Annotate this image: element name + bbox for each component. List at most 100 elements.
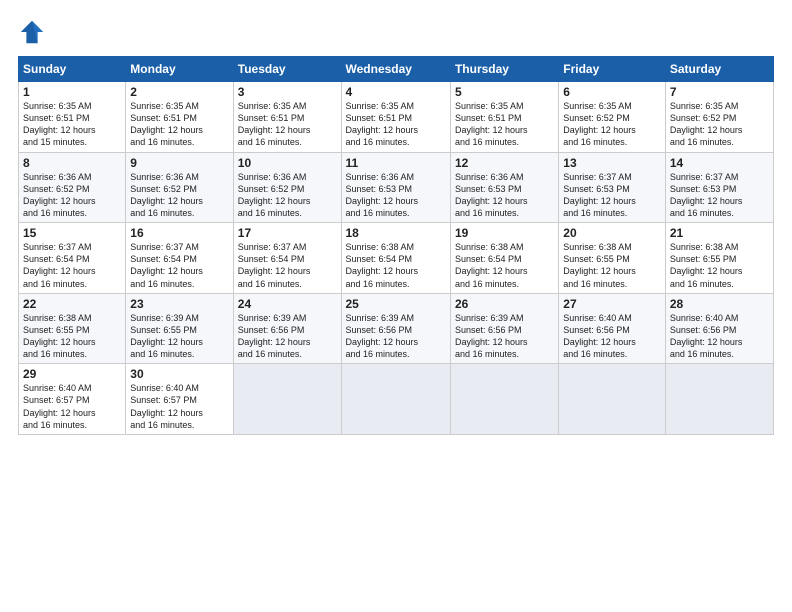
day-info: Sunrise: 6:37 AMSunset: 6:53 PMDaylight:… — [563, 171, 661, 220]
day-number: 1 — [23, 85, 121, 99]
day-number: 30 — [130, 367, 228, 381]
day-info: Sunrise: 6:36 AMSunset: 6:52 PMDaylight:… — [130, 171, 228, 220]
day-number: 14 — [670, 156, 769, 170]
calendar-day-cell: 25Sunrise: 6:39 AMSunset: 6:56 PMDayligh… — [341, 293, 450, 364]
day-number: 7 — [670, 85, 769, 99]
day-info: Sunrise: 6:40 AMSunset: 6:57 PMDaylight:… — [23, 382, 121, 431]
calendar-day-cell: 1Sunrise: 6:35 AMSunset: 6:51 PMDaylight… — [19, 82, 126, 153]
day-number: 18 — [346, 226, 446, 240]
day-info: Sunrise: 6:35 AMSunset: 6:51 PMDaylight:… — [346, 100, 446, 149]
day-number: 21 — [670, 226, 769, 240]
day-info: Sunrise: 6:35 AMSunset: 6:51 PMDaylight:… — [130, 100, 228, 149]
day-number: 2 — [130, 85, 228, 99]
calendar-header-row: Sunday Monday Tuesday Wednesday Thursday… — [19, 57, 774, 82]
calendar-day-cell: 3Sunrise: 6:35 AMSunset: 6:51 PMDaylight… — [233, 82, 341, 153]
day-number: 8 — [23, 156, 121, 170]
day-info: Sunrise: 6:40 AMSunset: 6:57 PMDaylight:… — [130, 382, 228, 431]
day-info: Sunrise: 6:37 AMSunset: 6:54 PMDaylight:… — [23, 241, 121, 290]
calendar-day-cell: 6Sunrise: 6:35 AMSunset: 6:52 PMDaylight… — [559, 82, 666, 153]
calendar-day-cell — [233, 364, 341, 435]
day-number: 10 — [238, 156, 337, 170]
header-sunday: Sunday — [19, 57, 126, 82]
day-number: 20 — [563, 226, 661, 240]
calendar-day-cell — [450, 364, 558, 435]
header-monday: Monday — [126, 57, 233, 82]
day-number: 13 — [563, 156, 661, 170]
calendar-day-cell: 20Sunrise: 6:38 AMSunset: 6:55 PMDayligh… — [559, 223, 666, 294]
day-number: 11 — [346, 156, 446, 170]
calendar-week-row: 15Sunrise: 6:37 AMSunset: 6:54 PMDayligh… — [19, 223, 774, 294]
day-info: Sunrise: 6:40 AMSunset: 6:56 PMDaylight:… — [563, 312, 661, 361]
day-info: Sunrise: 6:35 AMSunset: 6:52 PMDaylight:… — [563, 100, 661, 149]
day-number: 12 — [455, 156, 554, 170]
day-info: Sunrise: 6:38 AMSunset: 6:55 PMDaylight:… — [23, 312, 121, 361]
day-info: Sunrise: 6:35 AMSunset: 6:51 PMDaylight:… — [238, 100, 337, 149]
calendar-day-cell: 4Sunrise: 6:35 AMSunset: 6:51 PMDaylight… — [341, 82, 450, 153]
calendar-day-cell: 22Sunrise: 6:38 AMSunset: 6:55 PMDayligh… — [19, 293, 126, 364]
day-info: Sunrise: 6:38 AMSunset: 6:55 PMDaylight:… — [563, 241, 661, 290]
header-tuesday: Tuesday — [233, 57, 341, 82]
calendar-day-cell: 23Sunrise: 6:39 AMSunset: 6:55 PMDayligh… — [126, 293, 233, 364]
calendar-day-cell: 18Sunrise: 6:38 AMSunset: 6:54 PMDayligh… — [341, 223, 450, 294]
calendar-week-row: 22Sunrise: 6:38 AMSunset: 6:55 PMDayligh… — [19, 293, 774, 364]
logo-icon — [18, 18, 46, 46]
day-info: Sunrise: 6:38 AMSunset: 6:54 PMDaylight:… — [346, 241, 446, 290]
day-info: Sunrise: 6:39 AMSunset: 6:56 PMDaylight:… — [346, 312, 446, 361]
day-number: 28 — [670, 297, 769, 311]
calendar-day-cell: 5Sunrise: 6:35 AMSunset: 6:51 PMDaylight… — [450, 82, 558, 153]
page-container: Sunday Monday Tuesday Wednesday Thursday… — [0, 0, 792, 612]
day-info: Sunrise: 6:39 AMSunset: 6:56 PMDaylight:… — [238, 312, 337, 361]
calendar-day-cell: 8Sunrise: 6:36 AMSunset: 6:52 PMDaylight… — [19, 152, 126, 223]
calendar-day-cell: 30Sunrise: 6:40 AMSunset: 6:57 PMDayligh… — [126, 364, 233, 435]
header — [18, 18, 774, 46]
calendar-day-cell: 11Sunrise: 6:36 AMSunset: 6:53 PMDayligh… — [341, 152, 450, 223]
day-info: Sunrise: 6:35 AMSunset: 6:52 PMDaylight:… — [670, 100, 769, 149]
calendar-day-cell: 14Sunrise: 6:37 AMSunset: 6:53 PMDayligh… — [665, 152, 773, 223]
day-number: 25 — [346, 297, 446, 311]
header-thursday: Thursday — [450, 57, 558, 82]
day-number: 27 — [563, 297, 661, 311]
day-info: Sunrise: 6:38 AMSunset: 6:55 PMDaylight:… — [670, 241, 769, 290]
day-number: 9 — [130, 156, 228, 170]
day-number: 17 — [238, 226, 337, 240]
day-info: Sunrise: 6:36 AMSunset: 6:52 PMDaylight:… — [238, 171, 337, 220]
header-wednesday: Wednesday — [341, 57, 450, 82]
day-number: 22 — [23, 297, 121, 311]
day-number: 4 — [346, 85, 446, 99]
header-friday: Friday — [559, 57, 666, 82]
day-info: Sunrise: 6:35 AMSunset: 6:51 PMDaylight:… — [455, 100, 554, 149]
day-info: Sunrise: 6:39 AMSunset: 6:56 PMDaylight:… — [455, 312, 554, 361]
calendar-day-cell — [559, 364, 666, 435]
calendar-week-row: 29Sunrise: 6:40 AMSunset: 6:57 PMDayligh… — [19, 364, 774, 435]
calendar-day-cell: 29Sunrise: 6:40 AMSunset: 6:57 PMDayligh… — [19, 364, 126, 435]
day-number: 19 — [455, 226, 554, 240]
calendar-day-cell: 9Sunrise: 6:36 AMSunset: 6:52 PMDaylight… — [126, 152, 233, 223]
logo — [18, 18, 50, 46]
calendar-day-cell: 21Sunrise: 6:38 AMSunset: 6:55 PMDayligh… — [665, 223, 773, 294]
calendar-day-cell: 15Sunrise: 6:37 AMSunset: 6:54 PMDayligh… — [19, 223, 126, 294]
day-number: 3 — [238, 85, 337, 99]
calendar-day-cell: 27Sunrise: 6:40 AMSunset: 6:56 PMDayligh… — [559, 293, 666, 364]
day-info: Sunrise: 6:38 AMSunset: 6:54 PMDaylight:… — [455, 241, 554, 290]
header-saturday: Saturday — [665, 57, 773, 82]
day-info: Sunrise: 6:37 AMSunset: 6:54 PMDaylight:… — [130, 241, 228, 290]
day-number: 29 — [23, 367, 121, 381]
calendar-table: Sunday Monday Tuesday Wednesday Thursday… — [18, 56, 774, 435]
day-number: 24 — [238, 297, 337, 311]
day-info: Sunrise: 6:35 AMSunset: 6:51 PMDaylight:… — [23, 100, 121, 149]
calendar-day-cell: 13Sunrise: 6:37 AMSunset: 6:53 PMDayligh… — [559, 152, 666, 223]
calendar-week-row: 1Sunrise: 6:35 AMSunset: 6:51 PMDaylight… — [19, 82, 774, 153]
day-number: 26 — [455, 297, 554, 311]
day-number: 23 — [130, 297, 228, 311]
day-info: Sunrise: 6:39 AMSunset: 6:55 PMDaylight:… — [130, 312, 228, 361]
day-info: Sunrise: 6:36 AMSunset: 6:53 PMDaylight:… — [346, 171, 446, 220]
day-number: 15 — [23, 226, 121, 240]
day-info: Sunrise: 6:37 AMSunset: 6:53 PMDaylight:… — [670, 171, 769, 220]
day-info: Sunrise: 6:40 AMSunset: 6:56 PMDaylight:… — [670, 312, 769, 361]
calendar-day-cell: 2Sunrise: 6:35 AMSunset: 6:51 PMDaylight… — [126, 82, 233, 153]
calendar-day-cell: 26Sunrise: 6:39 AMSunset: 6:56 PMDayligh… — [450, 293, 558, 364]
calendar-day-cell — [665, 364, 773, 435]
calendar-day-cell: 10Sunrise: 6:36 AMSunset: 6:52 PMDayligh… — [233, 152, 341, 223]
day-number: 6 — [563, 85, 661, 99]
calendar-day-cell — [341, 364, 450, 435]
